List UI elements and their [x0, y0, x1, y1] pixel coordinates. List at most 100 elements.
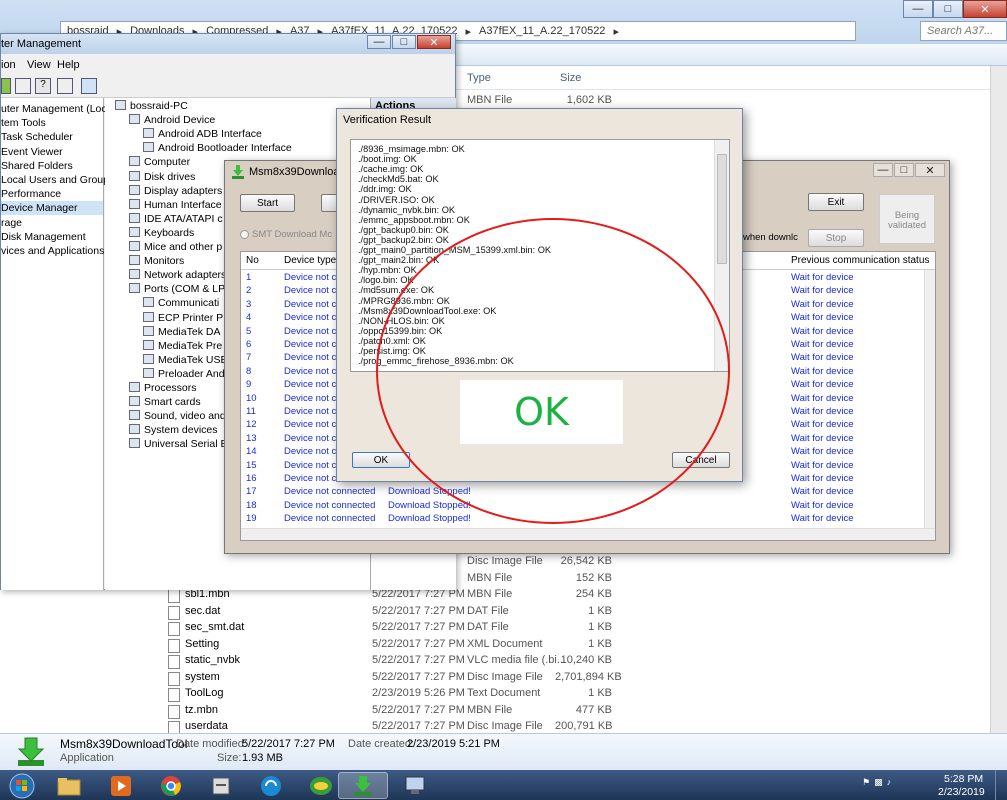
start-button[interactable]: Start: [240, 194, 295, 212]
show-hide-icon[interactable]: [15, 78, 31, 94]
nav-item[interactable]: Device Manager: [1, 201, 103, 216]
breadcrumb-item[interactable]: A37fEX_11_A.22_170522: [479, 25, 605, 37]
flag-icon[interactable]: ⚑: [862, 777, 870, 793]
tree-item[interactable]: Android ADB Interface: [143, 127, 262, 141]
table-row[interactable]: 19 Device not connected Download Stopped! W…: [241, 513, 935, 526]
col-type-header[interactable]: Type: [467, 72, 491, 84]
volume-icon[interactable]: ♪: [887, 777, 892, 793]
scan-hardware-icon[interactable]: [81, 78, 97, 94]
nav-item[interactable]: uter Management (Local: [1, 102, 115, 116]
table-row[interactable]: 18 Device not connected Download Stopped! W…: [241, 500, 935, 513]
taskbar-explorer[interactable]: [44, 772, 94, 799]
nav-item[interactable]: vices and Applications: [1, 244, 104, 258]
taskbar-download-tool[interactable]: [338, 772, 388, 799]
tree-item[interactable]: MediaTek Pre: [143, 339, 222, 353]
tree-item[interactable]: Display adapters: [129, 184, 222, 198]
file-row[interactable]: sec_smt.dat 5/22/2017 7:27 PM DAT File 1 KB: [160, 621, 990, 637]
tree-item[interactable]: Universal Serial Bu: [129, 437, 233, 451]
nav-item[interactable]: Event Viewer: [1, 145, 103, 159]
taskbar-media[interactable]: [96, 772, 146, 799]
taskbar-chrome[interactable]: [146, 772, 196, 799]
toolbar-icon[interactable]: [1, 78, 11, 94]
search-input[interactable]: Search A37...: [920, 21, 1007, 41]
ok-button[interactable]: OK: [352, 452, 410, 468]
stop-button[interactable]: Stop: [808, 229, 864, 247]
tree-item[interactable]: ECP Printer P: [143, 311, 223, 325]
nav-item[interactable]: Task Scheduler: [1, 130, 103, 144]
tree-item[interactable]: System devices: [129, 423, 218, 437]
nav-item[interactable]: tem Tools: [1, 116, 103, 130]
network-icon[interactable]: ▩: [874, 777, 883, 793]
dl-minimize-button[interactable]: —: [873, 163, 893, 177]
tree-item[interactable]: bossraid-PC: [115, 99, 188, 113]
show-desktop-button[interactable]: [995, 770, 1007, 800]
tree-item[interactable]: Human Interface: [129, 198, 222, 212]
menu-help[interactable]: Help: [57, 59, 80, 71]
cm-close-button[interactable]: ✕: [417, 35, 451, 49]
tree-item[interactable]: Network adapters: [129, 268, 226, 282]
tree-item[interactable]: Preloader And: [143, 367, 225, 381]
cm-minimize-button[interactable]: —: [367, 35, 391, 49]
tree-item[interactable]: IDE ATA/ATAPI c: [129, 212, 223, 226]
tree-item[interactable]: Ports (COM & LP: [129, 282, 225, 296]
file-row[interactable]: Setting 5/22/2017 7:27 PM XML Document 1 KB: [160, 638, 990, 654]
file-row[interactable]: sec.dat 5/22/2017 7:27 PM DAT File 1 KB: [160, 605, 990, 621]
col-device-type[interactable]: Device type: [284, 255, 336, 266]
menu-action[interactable]: ion: [1, 59, 16, 71]
clock-date[interactable]: 2/23/2019: [938, 786, 985, 798]
tree-item[interactable]: Smart cards: [129, 395, 201, 409]
file-row[interactable]: userdata 5/22/2017 7:27 PM Disc Image File…: [160, 720, 990, 733]
smt-download-option[interactable]: SMT Download Mc: [240, 229, 332, 240]
col-no[interactable]: No: [246, 255, 259, 266]
cm-maximize-button[interactable]: □: [392, 35, 416, 49]
file-row[interactable]: ToolLog 2/23/2019 5:26 PM Text Document 1 K…: [160, 687, 990, 703]
tree-item[interactable]: Android Bootloader Interface: [143, 141, 292, 155]
nav-item[interactable]: Performance: [1, 187, 103, 201]
properties-icon[interactable]: [57, 78, 73, 94]
explorer-scrollbar[interactable]: [990, 66, 1007, 736]
tree-item[interactable]: Computer: [129, 155, 190, 169]
col-size-header[interactable]: Size: [560, 72, 581, 84]
device-icon: [129, 438, 140, 449]
clock-time[interactable]: 5:28 PM: [944, 773, 983, 785]
start-button[interactable]: [2, 772, 42, 799]
taskbar-app3[interactable]: [196, 772, 246, 799]
close-button[interactable]: ✕: [963, 0, 1007, 18]
file-row[interactable]: static_nvbk 5/22/2017 7:27 PM VLC media fi…: [160, 654, 990, 670]
maximize-button[interactable]: □: [933, 0, 963, 18]
tree-item[interactable]: Monitors: [129, 254, 184, 268]
minimize-button[interactable]: —: [903, 0, 933, 18]
tree-item[interactable]: MediaTek USE: [143, 353, 227, 367]
nav-item[interactable]: Local Users and Groups: [1, 173, 114, 187]
taskbar-app4[interactable]: [246, 772, 296, 799]
exit-button[interactable]: Exit: [808, 193, 864, 211]
tree-item[interactable]: Communicati: [143, 296, 219, 310]
tree-item[interactable]: Sound, video and: [129, 409, 226, 423]
col-prev-status[interactable]: Previous communication status: [791, 255, 929, 266]
file-row[interactable]: system 5/22/2017 7:27 PM Disc Image File 2,…: [160, 671, 990, 687]
dl-maximize-button[interactable]: □: [894, 163, 914, 177]
grid-hscrollbar[interactable]: [241, 528, 935, 540]
file-row[interactable]: tz.mbn 5/22/2017 7:27 PM MBN File 477 KB: [160, 704, 990, 720]
tree-item[interactable]: Android Device: [129, 113, 215, 127]
file-type: VLC media file (.bi...: [467, 654, 567, 666]
tree-item[interactable]: Processors: [129, 381, 197, 395]
vr-scroll-thumb[interactable]: [717, 154, 727, 264]
tree-item[interactable]: Mice and other p: [129, 240, 222, 254]
table-row[interactable]: 17 Device not connected Download Stopped! W…: [241, 486, 935, 499]
help-icon[interactable]: ?: [35, 78, 51, 94]
taskbar-computer-mgmt[interactable]: [390, 772, 440, 799]
menu-view[interactable]: View: [27, 59, 51, 71]
file-row[interactable]: sbl1.mbn 5/22/2017 7:27 PM MBN File 254 KB: [160, 588, 990, 604]
vr-scrollbar[interactable]: [714, 140, 729, 371]
tree-item[interactable]: Keyboards: [129, 226, 194, 240]
file-type: MBN File: [467, 588, 513, 600]
nav-item[interactable]: Shared Folders: [1, 159, 103, 173]
nav-item[interactable]: Disk Management: [1, 230, 103, 244]
cancel-button[interactable]: Cancel: [672, 452, 730, 468]
tree-item[interactable]: Disk drives: [129, 170, 195, 184]
dl-close-button[interactable]: ✕: [915, 163, 945, 177]
grid-vscrollbar[interactable]: [924, 270, 935, 528]
tree-item[interactable]: MediaTek DA: [143, 325, 220, 339]
nav-item[interactable]: rage: [1, 216, 103, 230]
